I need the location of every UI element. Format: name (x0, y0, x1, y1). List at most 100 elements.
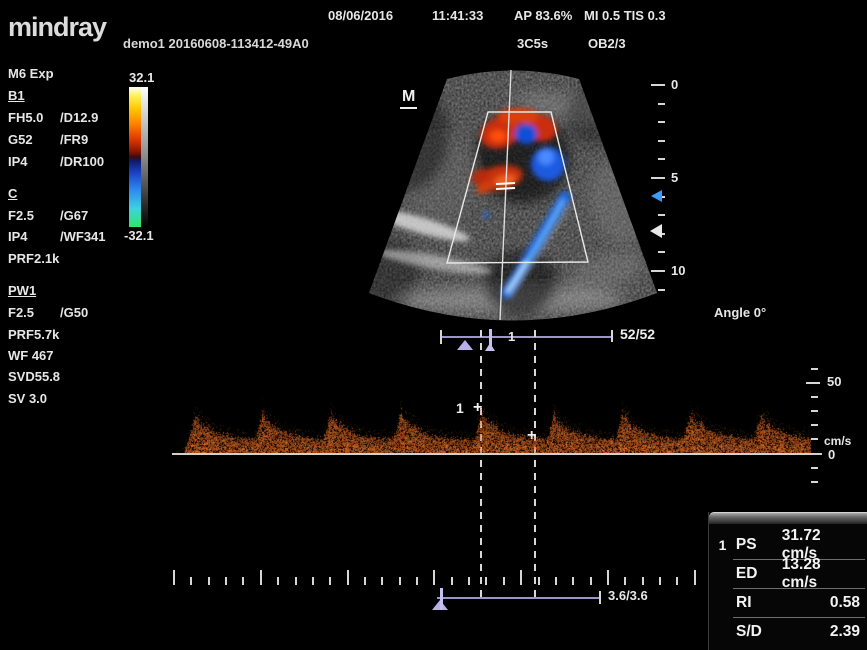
ruler-tick (260, 570, 262, 585)
time-display: 11:41:33 (432, 8, 483, 23)
result-row-sd: S/D 2.39 (709, 618, 867, 646)
ruler-tick (225, 577, 227, 585)
ruler-tick (624, 577, 626, 585)
ruler-tick (451, 577, 453, 585)
sweep-scrollbar[interactable] (437, 597, 600, 599)
b-param: G52 (8, 132, 33, 147)
ruler-tick (651, 270, 665, 272)
pw-sv: SV 3.0 (8, 391, 47, 406)
ruler-tick (658, 214, 665, 216)
current-frame-marker-base-icon[interactable] (485, 343, 495, 351)
b-mode-title: B1 (8, 88, 25, 103)
result-value: 0.58 (830, 594, 867, 612)
pw-svd: SVD55.8 (8, 369, 60, 384)
pw-wall-filter: WF 467 (8, 348, 54, 363)
depth-label-5: 5 (671, 170, 678, 185)
c-param: /WF341 (60, 229, 106, 244)
color-mode-title: C (8, 186, 17, 201)
result-label: S/D (736, 623, 782, 641)
result-row-ed: ED 13.28 cm/s (709, 560, 867, 588)
results-panel-handle[interactable] (709, 512, 867, 524)
c-param: F2.5 (8, 208, 34, 223)
focus-position-arrow-icon[interactable] (650, 224, 662, 238)
cine-position-marker-icon[interactable] (457, 340, 473, 350)
ruler-tick (433, 570, 435, 585)
result-label: PS (736, 536, 782, 554)
caliper-line-ed[interactable] (534, 330, 536, 598)
ruler-tick (503, 577, 505, 585)
ruler-tick (416, 577, 418, 585)
doppler-color-gradient (129, 87, 141, 227)
result-value: 2.39 (830, 623, 867, 641)
ruler-tick (590, 577, 592, 585)
velocity-max-label: 50 (827, 374, 841, 389)
ruler-tick (658, 158, 665, 160)
color-focus-arrow-icon[interactable] (651, 190, 662, 202)
ruler-tick (811, 368, 818, 370)
ruler-tick (572, 577, 574, 585)
color-scale-bar (129, 87, 148, 227)
cine-scrollbar[interactable] (441, 336, 612, 338)
b-param: /FR9 (60, 132, 88, 147)
m-orientation-marker: M (400, 88, 417, 109)
sweep-scale-readout: 3.6/3.6 (608, 588, 648, 603)
sweep-bar-right-end (599, 591, 601, 604)
ruler-tick (694, 570, 696, 585)
depth-label-10: 10 (671, 263, 685, 278)
velocity-unit-label: cm/s (824, 434, 851, 448)
ruler-tick (295, 577, 297, 585)
result-row-ri: RI 0.58 (709, 589, 867, 617)
ruler-tick (468, 577, 470, 585)
cine-bar-right-end (611, 330, 613, 342)
measurement-results-panel: 1 PS 31.72 cm/s ED 13.28 cm/s RI 0.58 S/… (708, 512, 867, 650)
ruler-tick (651, 177, 665, 179)
pw-mode-title: PW1 (8, 283, 36, 298)
velocity-zero-label: 0 (828, 447, 835, 462)
spectral-doppler-waveform (165, 383, 815, 458)
ruler-tick (659, 577, 661, 585)
b-param: FH5.0 (8, 110, 43, 125)
ruler-tick (329, 577, 331, 585)
ruler-tick (399, 577, 401, 585)
ruler-tick (658, 289, 665, 291)
ruler-tick (277, 577, 279, 585)
ruler-tick (642, 577, 644, 585)
ruler-tick (538, 577, 540, 585)
c-param: IP4 (8, 229, 28, 244)
pw-param: /G50 (60, 305, 88, 320)
ruler-tick (607, 570, 609, 585)
ruler-tick (651, 84, 665, 86)
result-label: RI (736, 594, 782, 612)
caliper-line-ps[interactable] (480, 330, 482, 598)
b-param: /DR100 (60, 154, 104, 169)
ruler-tick (658, 103, 665, 105)
ruler-tick (173, 570, 175, 585)
ruler-tick (208, 577, 210, 585)
ruler-tick (190, 577, 192, 585)
spectral-baseline[interactable] (172, 453, 822, 455)
colorbar-max-label: 32.1 (129, 70, 154, 85)
sample-volume-gate[interactable] (496, 183, 515, 184)
ruler-tick (658, 121, 665, 123)
mindray-logo: mindray (8, 12, 106, 43)
sample-volume-gate[interactable] (496, 188, 515, 189)
b-param: /D12.9 (60, 110, 98, 125)
gray-scale-gradient (141, 87, 148, 227)
ruler-tick (242, 577, 244, 585)
pw-prf: PRF5.7k (8, 327, 59, 342)
colorbar-min-label: -32.1 (124, 228, 154, 243)
sweep-frame-marker[interactable] (440, 588, 443, 610)
ultrasound-screen: mindray demo1 20160608-113412-49A0 08/06… (0, 0, 867, 650)
ruler-tick (811, 438, 818, 440)
ruler-tick (811, 481, 818, 483)
ruler-tick (658, 140, 665, 142)
c-param: /G67 (60, 208, 88, 223)
probe-name: 3C5s (517, 36, 548, 51)
ruler-tick (806, 382, 820, 384)
acoustic-power: AP 83.6% (514, 8, 572, 23)
result-value: 13.28 cm/s (782, 556, 867, 592)
ruler-tick (312, 577, 314, 585)
exam-id: demo1 20160608-113412-49A0 (123, 36, 309, 51)
exam-preset: OB2/3 (588, 36, 626, 51)
cine-measure-label: 1 (508, 329, 515, 344)
